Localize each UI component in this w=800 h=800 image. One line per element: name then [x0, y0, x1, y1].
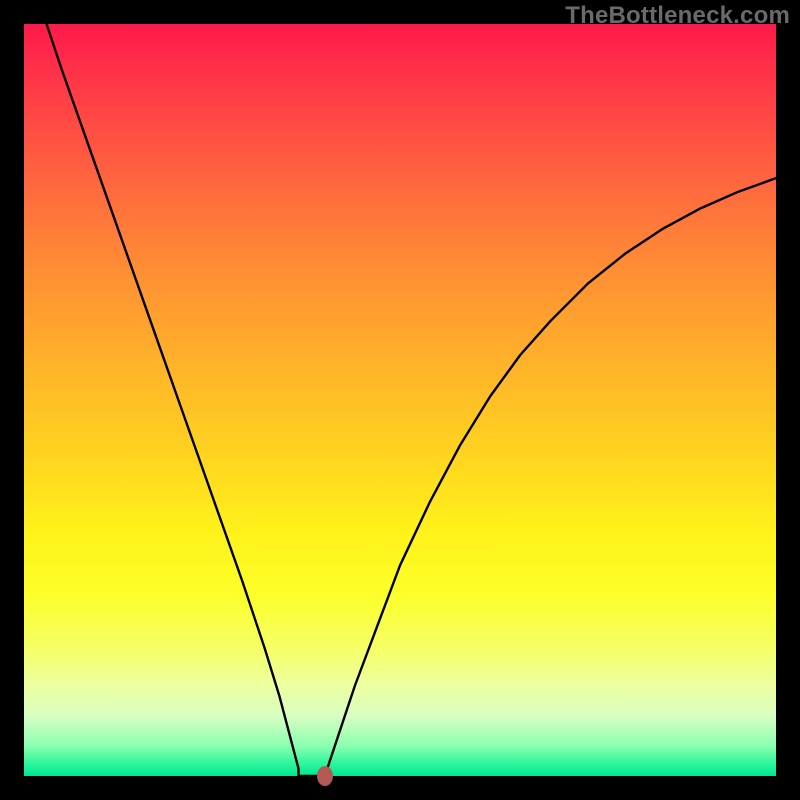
- watermark-text: TheBottleneck.com: [565, 2, 790, 30]
- chart-frame: TheBottleneck.com: [0, 0, 800, 800]
- plot-gradient-area: [24, 24, 776, 776]
- optimum-marker: [317, 766, 333, 786]
